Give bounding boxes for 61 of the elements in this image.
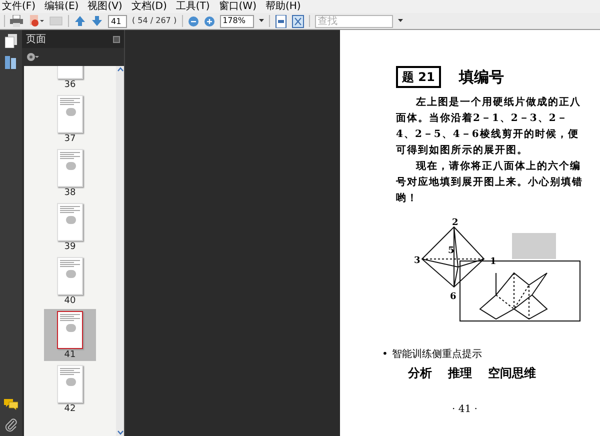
- body-paragraph: 左上图是一个用硬纸片做成的正八面体。当你沿着2－1、2－3、2－4、2－5、4－6棱线剪开的时候，便可得到如图所示的展开图。: [396, 96, 582, 158]
- vertex-label: 6: [450, 292, 456, 302]
- vertex-label: 5: [448, 246, 454, 256]
- page-count: ( 54 / 267 ): [132, 15, 177, 27]
- gear-icon[interactable]: [26, 52, 39, 62]
- menu-item[interactable]: 窗口(W): [218, 0, 256, 12]
- hint-heading: 智能训练侧重点提示: [392, 348, 482, 362]
- page-label: 36: [64, 79, 76, 91]
- search-field[interactable]: 查找: [314, 14, 393, 28]
- scrollbar[interactable]: [116, 66, 124, 436]
- bookmarks-icon[interactable]: [5, 56, 17, 69]
- vertex-label: 3: [414, 256, 420, 266]
- fit-page-icon[interactable]: [274, 14, 287, 28]
- pages-icon[interactable]: [5, 34, 17, 48]
- menu-item[interactable]: 视图(V): [88, 0, 122, 12]
- body-paragraph: 现在，请你将正八面体上的六个编号对应地填到展开图上来。小心别填错哟！: [396, 159, 584, 206]
- vertex-label: 2: [452, 218, 458, 228]
- menu-item[interactable]: 帮助(H): [265, 0, 301, 12]
- dropdown-caret-icon[interactable]: [398, 19, 403, 23]
- scroll-up-icon[interactable]: [116, 66, 124, 73]
- page-thumbnail[interactable]: 39: [44, 201, 96, 253]
- menu-item[interactable]: 编辑(E): [44, 0, 79, 12]
- printer-icon[interactable]: [10, 15, 23, 27]
- problem-title: 填编号: [458, 67, 504, 88]
- page-number-field[interactable]: 41: [108, 14, 127, 28]
- full-screen-icon[interactable]: [292, 14, 304, 28]
- page-thumbnail[interactable]: 42: [44, 363, 96, 415]
- paperclip-icon[interactable]: [5, 418, 17, 432]
- down-arrow-icon[interactable]: [91, 15, 103, 27]
- page-label: 37: [64, 133, 76, 145]
- skill-keyword: 分析: [408, 364, 432, 382]
- menu-item[interactable]: 文件(F): [2, 0, 36, 12]
- scroll-down-icon[interactable]: [116, 429, 124, 436]
- page-label: 39: [64, 241, 76, 253]
- cartoon-figure-placeholder: [512, 232, 556, 258]
- panel-title: 页面: [26, 32, 46, 46]
- page-thumbnail[interactable]: 38: [44, 147, 96, 199]
- page-thumbnail[interactable]: 36: [44, 66, 96, 91]
- page-label: 40: [64, 295, 76, 307]
- page-thumbnail[interactable]: 37: [44, 93, 96, 145]
- zoom-field[interactable]: 178%: [220, 14, 254, 28]
- bullet: •: [382, 348, 388, 362]
- skill-keyword: 空间思维: [488, 364, 536, 382]
- zoom-value: 178%: [222, 15, 246, 27]
- up-arrow-icon[interactable]: [74, 15, 86, 27]
- dropdown-caret-icon[interactable]: [258, 19, 264, 23]
- menu-item[interactable]: 工具(T): [176, 0, 210, 12]
- panel-menu-button[interactable]: [113, 36, 120, 42]
- problem-number-badge: 题 21: [396, 66, 441, 88]
- zoom-in-icon[interactable]: [204, 16, 215, 26]
- create-pdf-icon[interactable]: [28, 15, 44, 27]
- page-label: 41: [64, 349, 76, 361]
- zoom-out-icon[interactable]: [188, 16, 199, 26]
- page-number: · 41 ·: [452, 402, 478, 416]
- page-label: 38: [64, 187, 76, 199]
- page-thumbnail[interactable]: 40: [44, 255, 96, 307]
- page-label: 42: [64, 403, 76, 415]
- page-thumbnail[interactable]: 41: [44, 309, 96, 361]
- skill-keyword: 推理: [448, 364, 472, 382]
- comments-icon[interactable]: [4, 398, 18, 410]
- menu-item[interactable]: 文档(D): [131, 0, 167, 12]
